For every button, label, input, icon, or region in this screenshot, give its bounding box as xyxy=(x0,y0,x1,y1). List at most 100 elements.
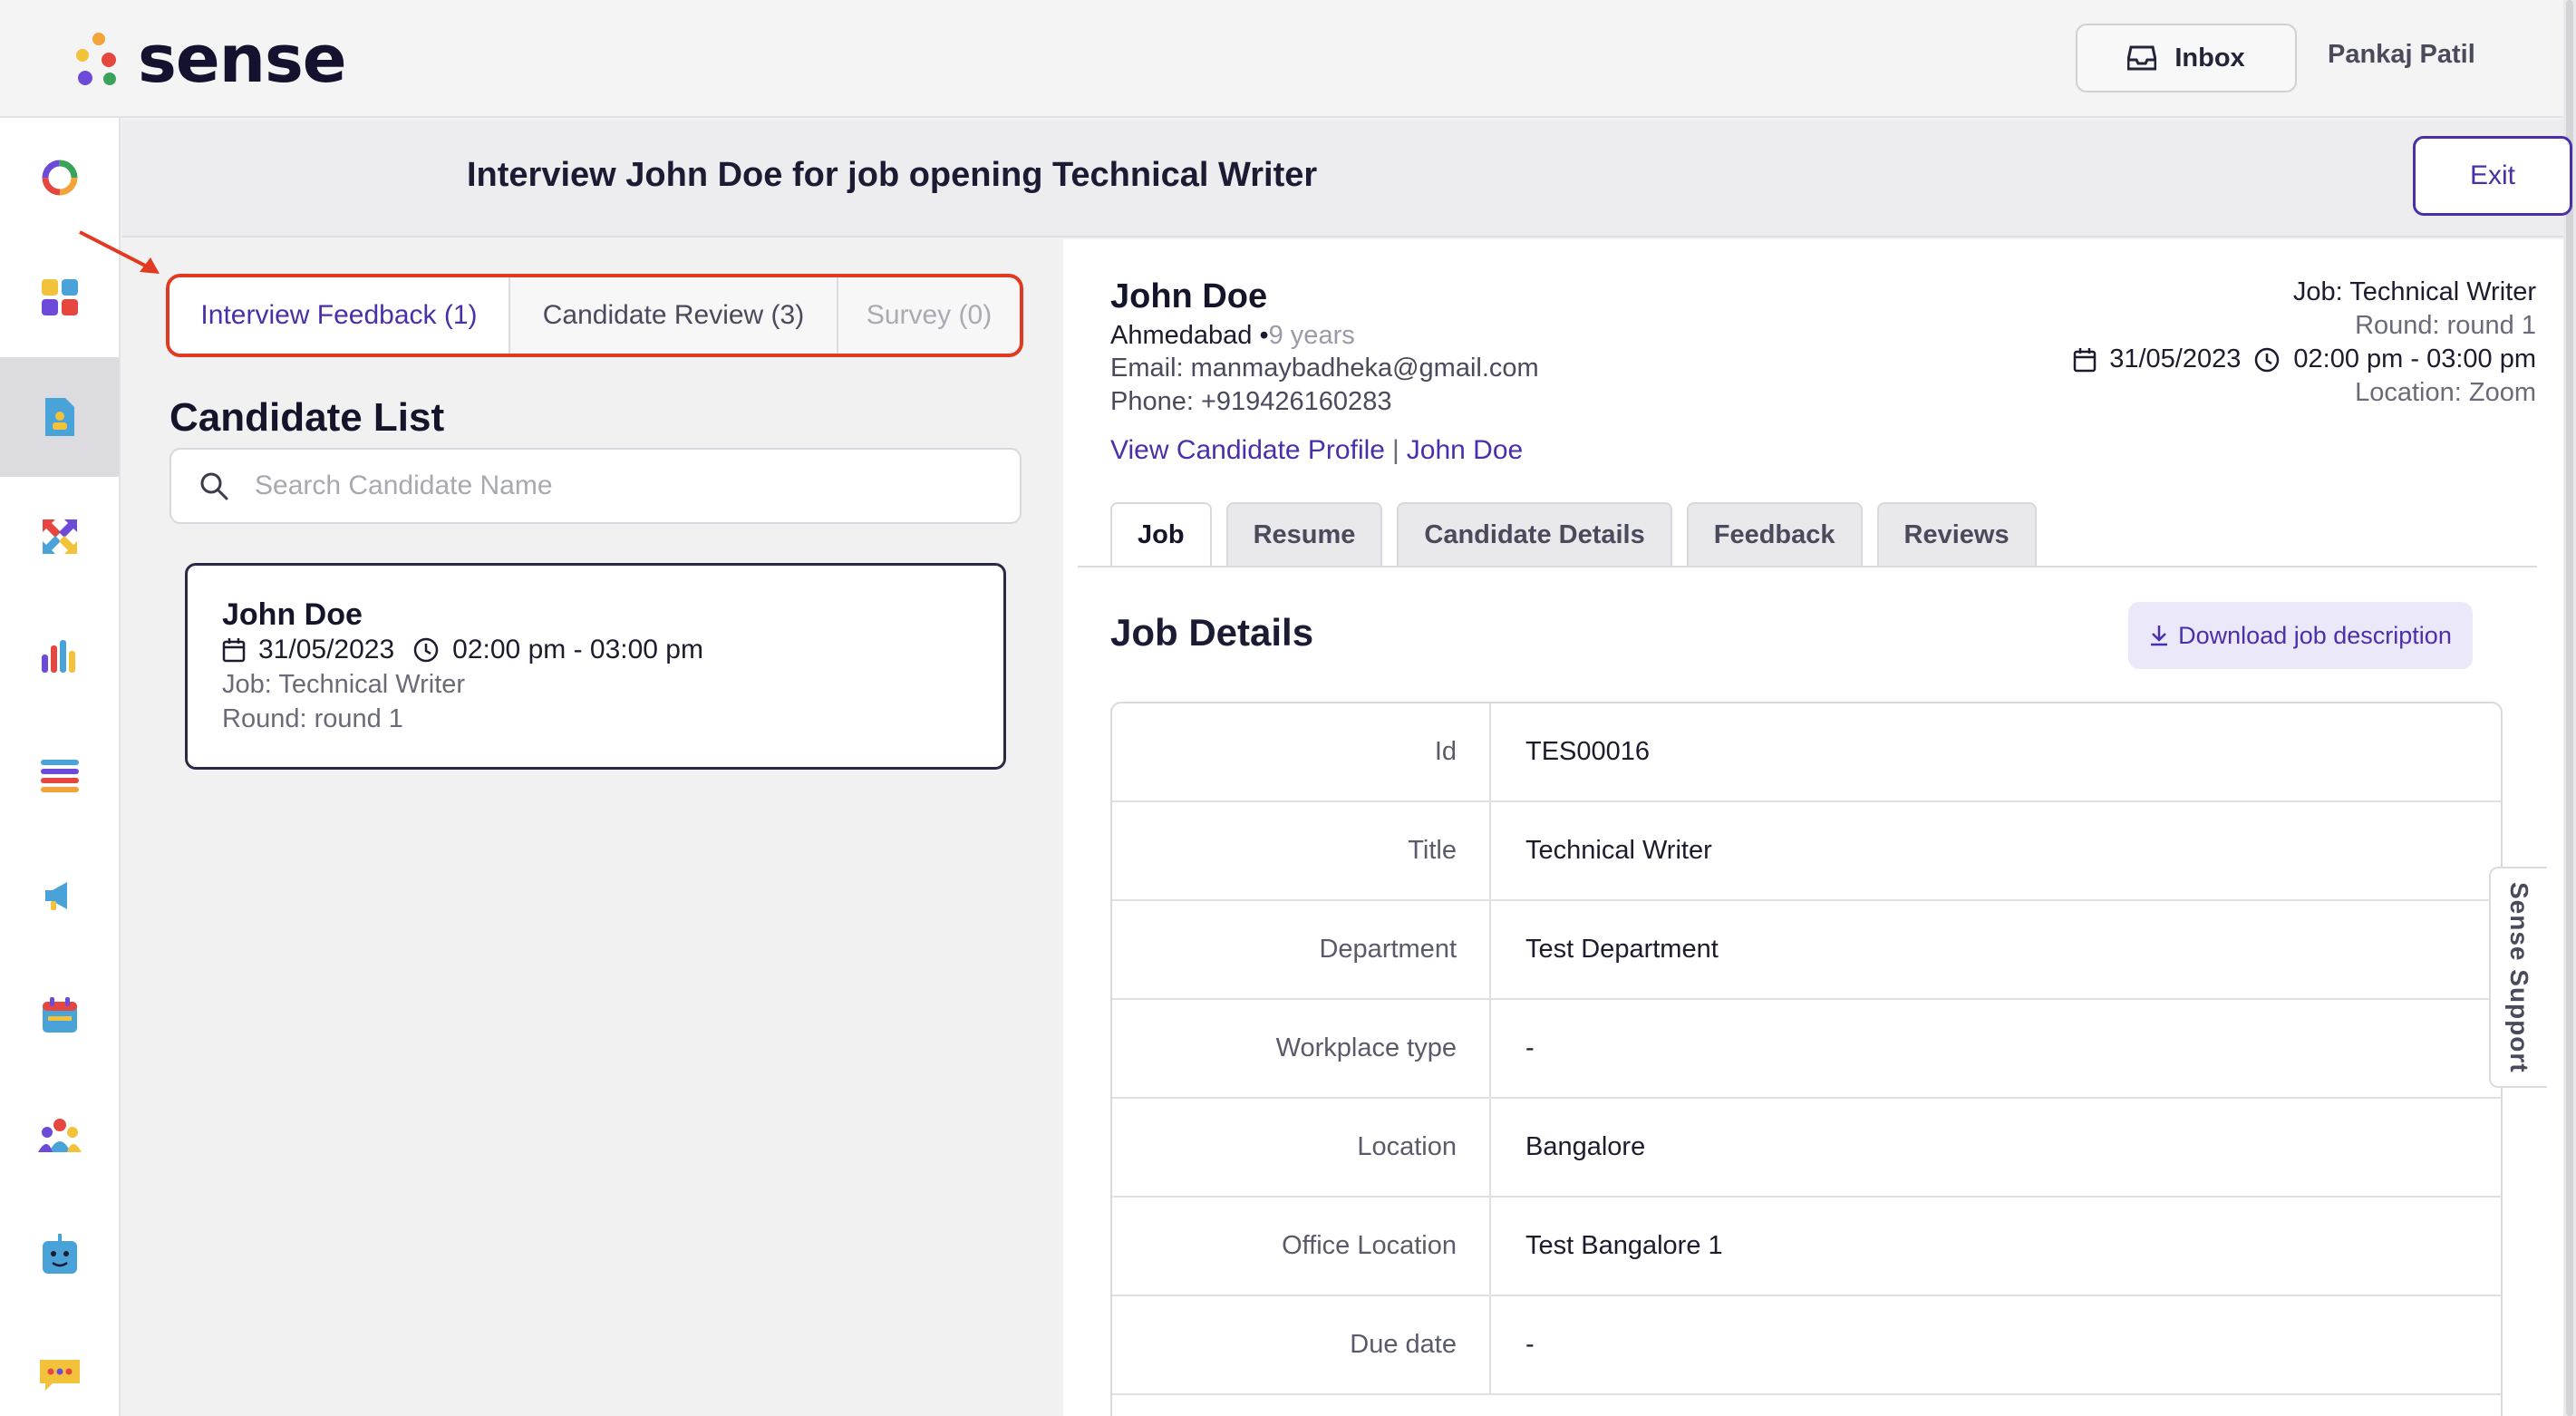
table-row: Title Technical Writer xyxy=(1112,802,2501,901)
view-candidate-profile-link[interactable]: View Candidate Profile xyxy=(1110,435,1385,465)
left-panel: Interview Feedback (1) Candidate Review … xyxy=(122,239,1061,1416)
tab-reviews[interactable]: Reviews xyxy=(1876,502,2037,566)
logo-dots-icon xyxy=(73,27,121,91)
table-row: Due date - xyxy=(1112,1296,2501,1395)
inbox-button[interactable]: Inbox xyxy=(2076,24,2297,92)
interview-header: Interview John Doe for job opening Techn… xyxy=(122,120,2572,238)
calendar-icon xyxy=(2073,347,2097,372)
calendar-icon xyxy=(42,997,77,1033)
candidate-city: Ahmedabad xyxy=(1110,321,1253,350)
sidebar-item-team[interactable] xyxy=(0,1075,119,1195)
candidate-card-name: John Doe xyxy=(222,597,363,632)
candidate-card-time: 02:00 pm - 03:00 pm xyxy=(452,635,703,664)
candidate-list-title: Candidate List xyxy=(169,395,445,440)
sidebar-item-messages[interactable] xyxy=(0,1314,119,1416)
candidate-name: John Doe xyxy=(1110,277,1268,315)
feedback-tabs: Interview Feedback (1) Candidate Review … xyxy=(166,274,1023,357)
exit-button[interactable]: Exit xyxy=(2413,136,2572,216)
sidebar-item-analytics[interactable] xyxy=(0,596,119,716)
sidebar-item-lists[interactable] xyxy=(0,716,119,836)
clock-icon xyxy=(2255,347,2280,372)
interview-round: Round: round 1 xyxy=(2355,311,2536,340)
donut-chart-icon xyxy=(42,160,77,196)
megaphone-icon xyxy=(44,882,67,910)
right-panel: John Doe Ahmedabad •9 years Email: manma… xyxy=(1063,239,2563,1416)
candidate-name-link[interactable]: John Doe xyxy=(1407,435,1523,465)
row-label: Office Location xyxy=(1112,1198,1491,1295)
sidebar-item-bot[interactable] xyxy=(0,1195,119,1314)
tab-survey[interactable]: Survey (0) xyxy=(838,277,1020,354)
row-label: Location xyxy=(1112,1099,1491,1196)
candidate-card-round: Round: round 1 xyxy=(222,704,403,733)
row-value: Test Bangalore 1 xyxy=(1525,1231,1723,1260)
sense-logo[interactable]: sense xyxy=(73,18,347,100)
candidate-card-job: Job: Technical Writer xyxy=(222,670,466,699)
interview-time: 02:00 pm - 03:00 pm xyxy=(2293,344,2536,373)
user-name[interactable]: Pankaj Patil xyxy=(2328,40,2475,70)
candidate-phone: Phone: +919426160283 xyxy=(1110,387,1392,416)
row-label: Id xyxy=(1112,703,1491,800)
inbox-icon xyxy=(2127,45,2157,71)
inbox-label: Inbox xyxy=(2174,43,2245,73)
list-icon xyxy=(40,760,79,792)
robot-icon xyxy=(42,1234,77,1274)
table-row: Office Location Test Bangalore 1 xyxy=(1112,1198,2501,1296)
tab-interview-feedback[interactable]: Interview Feedback (1) xyxy=(169,277,510,354)
candidate-experience: 9 years xyxy=(1268,321,1355,350)
tabs-divider xyxy=(1078,566,2537,567)
download-job-description-button[interactable]: Download job description xyxy=(2128,602,2473,669)
table-row: Id TES00016 xyxy=(1112,703,2501,802)
sidebar-item-calendar[interactable] xyxy=(0,955,119,1075)
row-value: Technical Writer xyxy=(1525,836,1712,865)
arrows-exchange-icon xyxy=(42,519,77,554)
row-value: TES00016 xyxy=(1525,737,1651,766)
interview-location: Location: Zoom xyxy=(2355,378,2536,407)
tab-resume[interactable]: Resume xyxy=(1225,502,1383,566)
sense-support-tab[interactable]: Sense Support xyxy=(2489,867,2547,1088)
interview-schedule: 31/05/2023 02:00 pm - 03:00 pm xyxy=(2073,343,2536,376)
top-bar: sense Inbox Pankaj Patil xyxy=(0,0,2576,118)
tab-feedback[interactable]: Feedback xyxy=(1686,502,1863,566)
tab-candidate-details[interactable]: Candidate Details xyxy=(1397,502,1672,566)
calendar-icon xyxy=(222,638,246,663)
page-title: Interview John Doe for job opening Techn… xyxy=(467,156,1318,194)
logo-text: sense xyxy=(138,21,347,97)
sidebar-item-transfers[interactable] xyxy=(0,477,119,596)
sidebar-item-interviews[interactable] xyxy=(0,357,119,477)
row-value: Bangalore xyxy=(1525,1132,1646,1161)
row-label: Department xyxy=(1112,901,1491,998)
sidebar xyxy=(0,118,121,1416)
row-label: Due date xyxy=(1112,1296,1491,1393)
clock-icon xyxy=(413,637,439,663)
download-icon xyxy=(2151,626,2168,646)
candidate-card[interactable]: John Doe 31/05/2023 02:00 pm - 03:00 pm … xyxy=(185,563,1006,770)
interview-info: Job: Technical Writer Round: round 1 31/… xyxy=(2073,276,2536,410)
search-icon xyxy=(200,472,228,500)
row-label: Title xyxy=(1112,802,1491,899)
chat-bubble-icon xyxy=(39,1360,80,1391)
annotation-arrow-icon xyxy=(79,230,160,274)
detail-tabs: Job Resume Candidate Details Feedback Re… xyxy=(1110,502,2037,566)
candidate-card-date: 31/05/2023 xyxy=(258,635,395,664)
bar-chart-icon xyxy=(41,640,75,673)
tab-job[interactable]: Job xyxy=(1110,502,1212,566)
candidate-email: Email: manmaybadheka@gmail.com xyxy=(1110,354,1539,383)
link-separator: | xyxy=(1391,435,1399,465)
tab-candidate-review[interactable]: Candidate Review (3) xyxy=(510,277,838,354)
candidate-location-line: Ahmedabad •9 years xyxy=(1110,321,1355,351)
job-details-title: Job Details xyxy=(1110,611,1314,654)
team-icon xyxy=(37,1119,82,1152)
candidate-search-input[interactable] xyxy=(255,470,998,501)
document-user-icon xyxy=(44,398,74,436)
candidate-card-schedule: 31/05/2023 02:00 pm - 03:00 pm xyxy=(222,633,969,667)
sidebar-item-campaigns[interactable] xyxy=(0,836,119,955)
interview-date: 31/05/2023 xyxy=(2109,344,2242,373)
table-row: Workplace type - xyxy=(1112,1000,2501,1099)
row-label: Workplace type xyxy=(1112,1000,1491,1097)
job-details-table: Id TES00016 Title Technical Writer Depar… xyxy=(1110,702,2503,1416)
interview-job: Job: Technical Writer xyxy=(2292,277,2536,306)
candidate-search[interactable] xyxy=(169,448,1022,524)
row-value: - xyxy=(1525,1033,1535,1062)
row-value: - xyxy=(1525,1330,1535,1359)
sidebar-item-dashboard[interactable] xyxy=(0,118,119,238)
